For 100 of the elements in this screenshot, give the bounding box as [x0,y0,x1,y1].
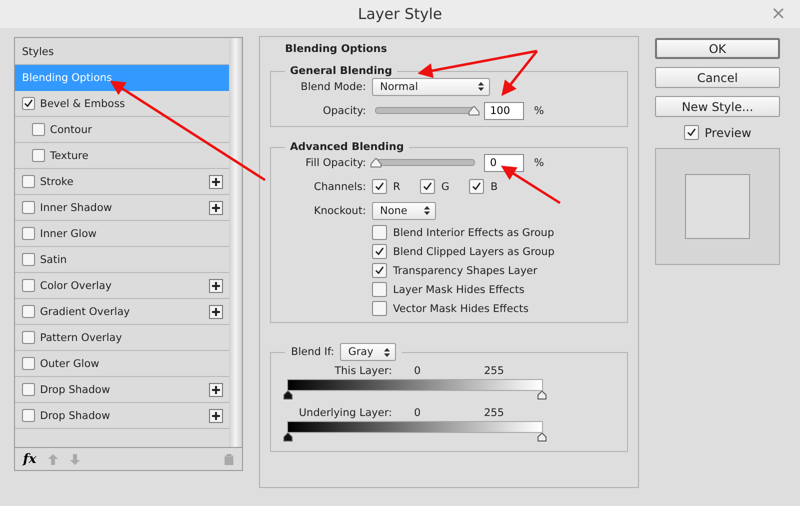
updown-icon [384,348,390,356]
checkbox[interactable] [22,201,35,214]
add-button[interactable] [209,408,223,422]
checkbox[interactable] [32,149,45,162]
add-button[interactable] [209,174,223,188]
range-value: 255 [484,365,504,377]
checkbox[interactable] [372,282,387,297]
range-value: 0 [414,407,422,419]
checkbox[interactable] [22,305,35,318]
plus-icon [212,308,220,316]
checkbox[interactable] [32,123,45,136]
range-value: 0 [414,365,422,377]
field-label: Knockout: [312,204,366,216]
slider-thumb[interactable] [468,106,480,116]
plus-icon [212,178,220,186]
checkbox[interactable] [372,301,387,316]
style-label: Stroke [40,176,74,188]
add-button[interactable] [209,200,223,214]
unit-label: % [534,156,544,168]
checkbox[interactable] [22,253,35,266]
window-title: Layer Style [358,5,442,23]
checkmark-icon [375,182,384,191]
style-list-item[interactable]: Color Overlay [15,273,229,299]
trash-icon[interactable] [224,454,234,464]
style-label: Drop Shadow [40,384,112,396]
checkbox-label: G [441,180,450,192]
checkbox[interactable] [372,225,387,240]
style-list-item[interactable]: Gradient Overlay [15,299,229,325]
checkbox[interactable] [684,125,699,140]
slider-thumb[interactable] [370,158,382,168]
gradient-stop[interactable] [283,391,293,400]
field-label: Channels: [312,180,366,192]
checkbox[interactable] [22,331,35,344]
blend-mode-select[interactable]: Normal [372,78,490,96]
field-label: Blend If: [291,346,334,358]
checkbox[interactable] [22,279,35,292]
style-list-item[interactable]: Texture [15,143,229,169]
style-list-item[interactable]: Inner Glow [15,221,229,247]
style-list-item[interactable]: Contour [15,117,229,143]
down-arrow-icon[interactable] [70,454,80,464]
up-arrow-icon[interactable] [48,454,58,464]
updown-icon [424,206,430,215]
add-button[interactable] [209,278,223,292]
dialog-button[interactable]: OK [655,38,780,59]
checkbox[interactable] [22,357,35,370]
checkmark-icon [375,266,384,275]
plus-icon [212,282,220,290]
add-button[interactable] [209,304,223,318]
style-list-item[interactable]: Bevel & Emboss [15,91,229,117]
style-list-item[interactable]: Outer Glow [15,351,229,377]
style-label: Styles [22,46,55,58]
checkmark-icon [24,99,33,108]
plus-icon [212,386,220,394]
style-list-item[interactable]: Inner Shadow [15,195,229,221]
checkbox[interactable] [22,227,35,240]
style-label: Inner Glow [40,228,98,240]
style-list-item[interactable]: Satin [15,247,229,273]
checkbox[interactable] [22,97,35,110]
field-label: Opacity: [322,104,366,116]
add-button[interactable] [209,382,223,396]
checkbox[interactable] [372,179,387,194]
style-label: Gradient Overlay [40,306,131,318]
opacity-field[interactable]: 100 [484,102,524,120]
style-list-item[interactable]: Stroke [15,169,229,195]
style-label: Blending Options [22,72,113,84]
checkmark-icon [686,128,696,137]
checkmark-icon [423,182,432,191]
dialog-button[interactable]: Cancel [655,67,780,88]
dialog-button[interactable]: New Style... [655,96,780,117]
section-title: Blending Options [285,43,388,55]
gradient-stop[interactable] [537,433,547,442]
checkbox[interactable] [420,179,436,194]
style-list-item[interactable]: Drop Shadow [15,403,229,429]
checkbox-label: Blend Interior Effects as Group [393,226,554,238]
checkmark-icon [472,182,482,191]
checkmark-icon [375,247,384,256]
checkbox-label: R [393,180,400,192]
group-title: Advanced Blending [289,141,405,153]
style-label: Color Overlay [40,280,113,292]
fill-opacity-field[interactable]: 0 [484,154,524,172]
style-label: Satin [40,254,68,266]
gradient-stop[interactable] [537,391,547,400]
style-label: Inner Shadow [40,202,113,214]
style-list-item[interactable]: Pattern Overlay [15,325,229,351]
checkbox-label: Vector Mask Hides Effects [393,302,529,314]
checkbox[interactable] [372,263,387,278]
fx-button[interactable]: fx [23,452,36,466]
gradient-stop[interactable] [283,433,293,442]
checkbox[interactable] [469,179,484,194]
scrollbar[interactable] [229,38,242,447]
blend-if-select[interactable]: Gray [340,343,396,361]
knockout-select[interactable]: None [372,202,436,220]
checkbox-label: Preview [704,126,752,140]
checkbox[interactable] [22,409,35,422]
checkbox[interactable] [372,244,387,259]
style-label: Texture [50,150,90,162]
checkbox[interactable] [22,383,35,396]
checkbox-label: Transparency Shapes Layer [393,264,538,276]
style-list-item[interactable]: Drop Shadow [15,377,229,403]
checkbox[interactable] [22,175,35,188]
